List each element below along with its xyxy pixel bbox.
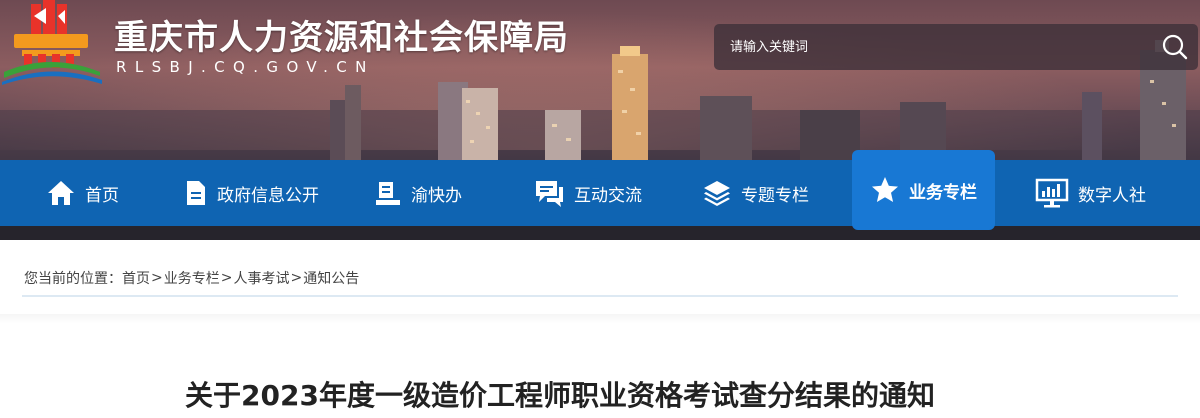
nav-item-business[interactable]: 业务专栏 bbox=[852, 150, 995, 230]
service-desk-icon bbox=[376, 182, 400, 205]
search-button[interactable] bbox=[1160, 33, 1190, 61]
nav-item-label: 互动交流 bbox=[574, 185, 642, 206]
document-icon bbox=[187, 181, 205, 205]
site-title[interactable]: 重庆市人力资源和社会保障局 bbox=[114, 10, 569, 59]
nav-item-special-topics[interactable]: 专题专栏 bbox=[702, 160, 809, 226]
nav-item-gov-info[interactable]: 政府信息公开 bbox=[184, 160, 319, 226]
bureau-logo bbox=[2, 0, 102, 85]
layers-icon bbox=[704, 181, 730, 206]
breadcrumb: 您当前的位置： 首页 > 业务专栏 > 人事考试 > 通知公告 bbox=[24, 268, 359, 288]
home-icon bbox=[48, 181, 74, 205]
nav-item-label: 渝快办 bbox=[411, 185, 462, 206]
nav-item-label: 政府信息公开 bbox=[217, 185, 319, 206]
nav-item-home[interactable]: 首页 bbox=[46, 160, 119, 226]
nav-item-interaction[interactable]: 互动交流 bbox=[533, 160, 642, 226]
breadcrumb-link-exams[interactable]: 人事考试 bbox=[233, 268, 289, 288]
nav-item-yukuaiban[interactable]: 渝快办 bbox=[374, 160, 462, 226]
search-input[interactable] bbox=[714, 24, 1134, 70]
breadcrumb-divider bbox=[22, 295, 1178, 297]
search-icon bbox=[1162, 34, 1188, 60]
main-nav: 首页 政府信息公开 渝快办 互动交流 专题专栏 业务专栏 数字人社 bbox=[0, 150, 1200, 230]
breadcrumb-link-business[interactable]: 业务专栏 bbox=[164, 268, 220, 288]
nav-item-label: 业务专栏 bbox=[909, 182, 977, 203]
monitor-chart-icon bbox=[1035, 178, 1069, 208]
article-title: 关于2023年度一级造价工程师职业资格考试查分结果的通知 bbox=[185, 379, 935, 412]
breadcrumb-separator: > bbox=[151, 270, 163, 286]
breadcrumb-separator: > bbox=[220, 270, 233, 286]
breadcrumb-prefix: 您当前的位置： bbox=[24, 271, 122, 287]
star-icon bbox=[872, 177, 898, 202]
chat-icon bbox=[536, 181, 563, 207]
nav-item-digital-hrss[interactable]: 数字人社 bbox=[1035, 160, 1146, 226]
nav-item-label: 数字人社 bbox=[1078, 185, 1146, 206]
site-domain: RLSBJ.CQ.GOV.CN bbox=[116, 58, 375, 76]
breadcrumb-separator: > bbox=[290, 270, 303, 286]
nav-item-label: 首页 bbox=[85, 185, 119, 206]
section-divider-shadow bbox=[0, 314, 1200, 324]
nav-item-label: 专题专栏 bbox=[741, 185, 809, 206]
breadcrumb-link-home[interactable]: 首页 bbox=[122, 268, 150, 288]
search-box bbox=[714, 24, 1198, 70]
breadcrumb-link-notices[interactable]: 通知公告 bbox=[303, 268, 359, 288]
